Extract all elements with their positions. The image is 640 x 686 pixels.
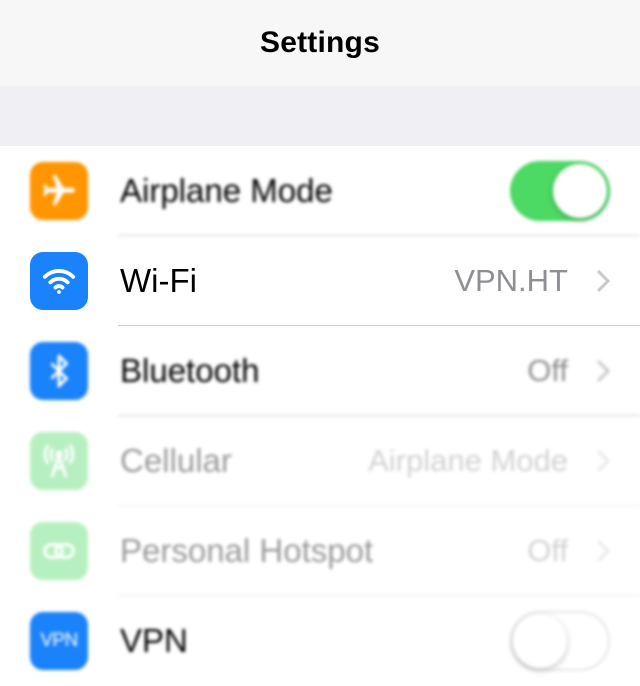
vpn-toggle[interactable] (510, 611, 610, 671)
row-label: Bluetooth (120, 352, 260, 389)
settings-row-personal-hotspot[interactable]: Personal Hotspot Off (0, 506, 640, 596)
navigation-bar: Settings (0, 0, 640, 86)
wifi-icon (30, 252, 88, 310)
chevron-right-icon (596, 359, 610, 383)
vpn-icon-text: VPN (40, 630, 78, 651)
settings-row-wifi[interactable]: Wi-Fi VPN.HT (0, 236, 640, 326)
settings-list: Airplane Mode Wi-Fi VPN.HT Bluetooth Off (0, 146, 640, 681)
row-label: VPN (120, 622, 188, 659)
vpn-icon: VPN (30, 612, 88, 670)
chevron-right-icon (596, 539, 610, 563)
settings-row-vpn[interactable]: VPN VPN (0, 596, 640, 686)
settings-row-cellular[interactable]: Cellular Airplane Mode (0, 416, 640, 506)
section-spacer (0, 86, 640, 146)
wifi-network-value: VPN.HT (454, 263, 568, 298)
bluetooth-icon (30, 342, 88, 400)
settings-row-bluetooth[interactable]: Bluetooth Off (0, 326, 640, 416)
row-label: Airplane Mode (120, 172, 333, 209)
settings-row-airplane-mode[interactable]: Airplane Mode (0, 146, 640, 236)
hotspot-link-icon (30, 522, 88, 580)
row-label: Cellular (120, 442, 232, 479)
hotspot-status-value: Off (527, 533, 568, 568)
row-label: Personal Hotspot (120, 532, 374, 569)
toggle-knob (513, 614, 567, 668)
chevron-right-icon (596, 449, 610, 473)
row-label: Wi-Fi (120, 262, 197, 299)
cellular-antenna-icon (30, 432, 88, 490)
airplane-mode-toggle[interactable] (510, 161, 610, 221)
bluetooth-status-value: Off (527, 353, 568, 388)
chevron-right-icon (596, 269, 610, 293)
toggle-knob (553, 164, 607, 218)
cellular-status-value: Airplane Mode (368, 443, 568, 478)
page-title: Settings (260, 26, 380, 59)
airplane-icon (30, 162, 88, 220)
